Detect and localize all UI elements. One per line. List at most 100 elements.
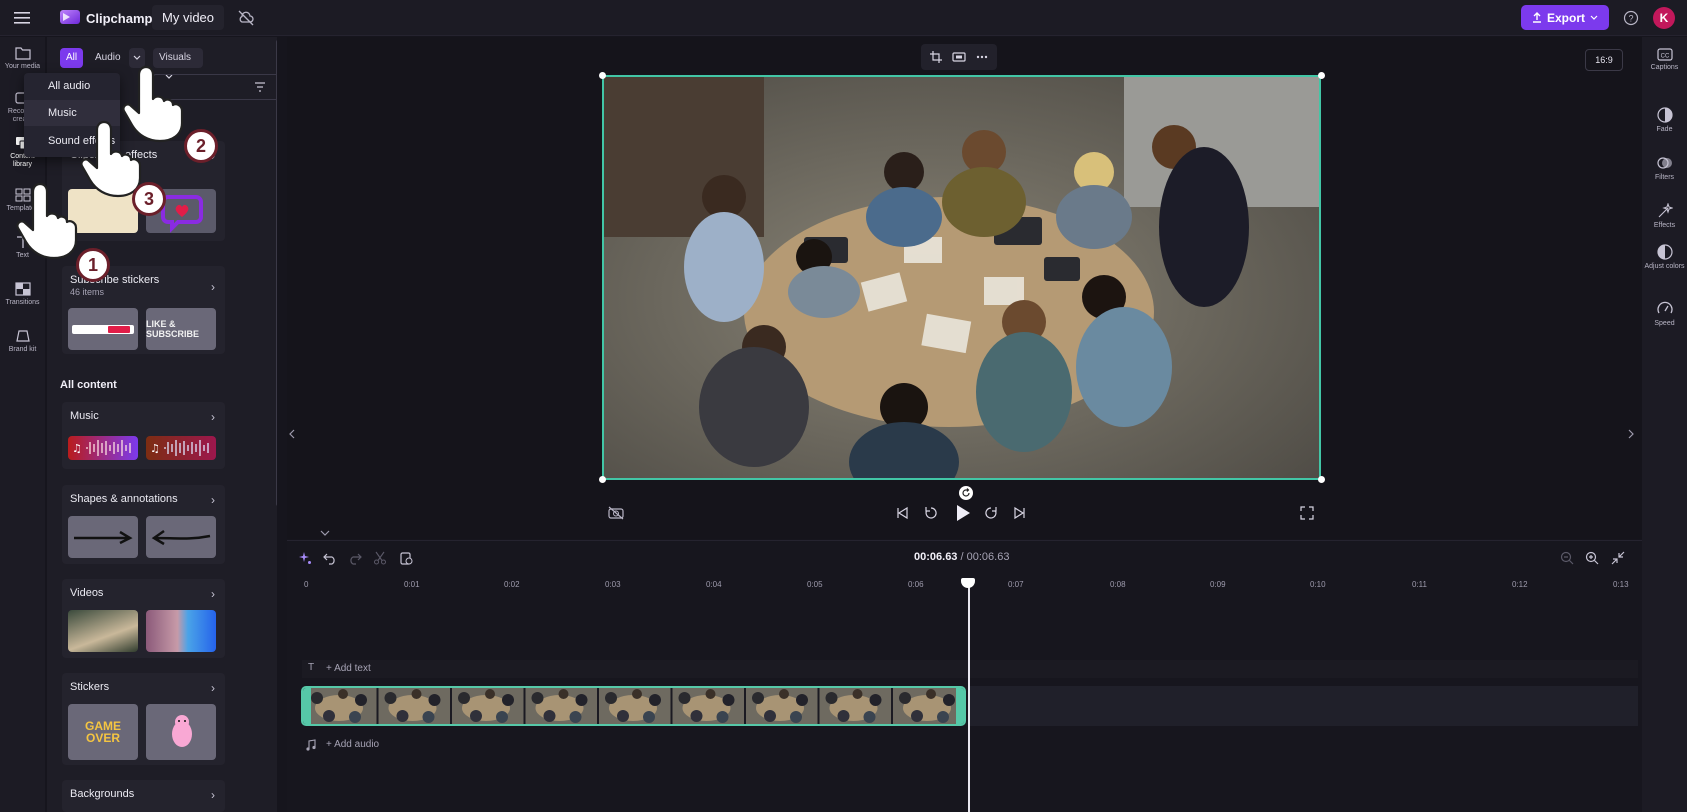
timecode: 00:06.63 / 00:06.63 — [914, 551, 1009, 563]
folder-icon — [14, 47, 31, 60]
filter-sliders-icon[interactable] — [253, 80, 267, 94]
transitions-icon — [14, 282, 31, 296]
skip-back-icon[interactable] — [895, 506, 909, 520]
avatar[interactable]: K — [1653, 7, 1675, 29]
shape-arrow-right-thumb[interactable] — [68, 516, 138, 558]
rewind-5s-icon[interactable] — [924, 506, 938, 520]
sticker-pig-thumb[interactable] — [146, 704, 216, 760]
rail-brand-kit[interactable]: Brand kit — [0, 329, 45, 354]
filter-all[interactable]: All — [60, 48, 84, 68]
delete-icon[interactable] — [399, 551, 413, 565]
card-music[interactable]: Music › ♫ ♫ — [62, 402, 225, 469]
redo-icon[interactable] — [348, 551, 362, 565]
skip-forward-icon[interactable] — [1013, 506, 1027, 520]
clip-trim-handle-left[interactable] — [303, 688, 311, 724]
fit-timeline-icon[interactable] — [1611, 551, 1625, 565]
fade-icon — [1656, 107, 1673, 123]
meeting-photo — [604, 77, 1319, 478]
effects-icon — [1658, 203, 1673, 218]
rail-filters[interactable]: Filters — [1642, 155, 1687, 182]
collapse-right-icon[interactable] — [1626, 424, 1636, 444]
crop-icon[interactable] — [930, 51, 942, 63]
rail-label: Filters — [1654, 174, 1675, 181]
rail-speed[interactable]: Speed — [1642, 301, 1687, 328]
play-icon[interactable] — [955, 504, 971, 522]
card-stickers[interactable]: Stickers › GAME OVER — [62, 673, 225, 765]
card-subtitle: 46 items — [70, 287, 105, 297]
add-text-button[interactable]: + Add text — [326, 663, 371, 674]
ruler-label: 0:05 — [807, 580, 823, 589]
card-shapes-annotations[interactable]: Shapes & annotations › — [62, 485, 225, 564]
split-scissors-icon[interactable] — [373, 551, 387, 565]
ruler-label: 0:10 — [1310, 580, 1326, 589]
clip-trim-handle-right[interactable] — [956, 688, 964, 724]
resize-handle[interactable] — [599, 476, 606, 483]
aspect-ratio-button[interactable]: 16:9 — [1585, 49, 1623, 71]
card-videos[interactable]: Videos › — [62, 579, 225, 658]
video-clip[interactable] — [301, 686, 966, 726]
video-thumb-1[interactable] — [68, 610, 138, 652]
add-audio-button[interactable]: + Add audio — [326, 739, 379, 750]
fit-icon[interactable] — [952, 51, 966, 63]
pointing-hand-icon — [16, 182, 78, 260]
menu-item-all-audio[interactable]: All audio — [24, 73, 120, 99]
step-badge: 2 — [184, 129, 218, 163]
audio-track[interactable]: + Add audio — [302, 736, 1638, 754]
music-thumb-2[interactable]: ♫ — [146, 436, 216, 460]
chevron-right-icon: › — [211, 410, 215, 424]
rail-transitions[interactable]: Transitions — [0, 282, 45, 307]
rail-label: Effects — [1653, 222, 1676, 229]
camera-off-icon[interactable] — [608, 506, 624, 520]
card-backgrounds[interactable]: Backgrounds › — [62, 780, 225, 812]
more-icon[interactable] — [976, 55, 988, 59]
collapse-left-icon[interactable] — [287, 424, 297, 444]
zoom-out-icon[interactable] — [1560, 551, 1574, 565]
video-title[interactable]: My video — [152, 5, 225, 30]
undo-icon[interactable] — [323, 551, 337, 565]
rail-effects[interactable]: Effects — [1642, 203, 1687, 230]
video-preview[interactable] — [602, 75, 1321, 480]
svg-text:♫: ♫ — [150, 442, 160, 455]
playhead[interactable] — [968, 580, 970, 812]
step-badge: 1 — [76, 248, 110, 282]
magic-sparkle-icon[interactable] — [298, 551, 312, 565]
video-thumb-2[interactable] — [146, 610, 216, 652]
rail-your-media[interactable]: Your media — [0, 46, 45, 71]
ruler-label: 0:12 — [1512, 580, 1528, 589]
clipchamp-logo-icon — [60, 8, 80, 26]
forward-5s-icon[interactable] — [984, 506, 998, 520]
ruler-label: 0:07 — [1008, 580, 1024, 589]
panel-scrollbar[interactable] — [276, 40, 277, 506]
resize-handle[interactable] — [1318, 476, 1325, 483]
rail-label: Adjust colors — [1644, 263, 1685, 270]
zoom-in-icon[interactable] — [1585, 551, 1599, 565]
menu-icon[interactable] — [12, 9, 32, 27]
svg-text:?: ? — [1628, 14, 1633, 24]
filter-visuals-label: Visuals — [159, 52, 192, 63]
shape-arrow-left-thumb[interactable] — [146, 516, 216, 558]
fullscreen-icon[interactable] — [1300, 506, 1314, 520]
music-thumb-1[interactable]: ♫ — [68, 436, 138, 460]
text-track[interactable]: T + Add text — [302, 660, 1638, 678]
export-button[interactable]: Export — [1521, 5, 1609, 30]
preview-toolbar — [921, 44, 997, 70]
chevron-right-icon: › — [211, 587, 215, 601]
ruler-label: 0:11 — [1412, 580, 1427, 589]
ruler-label: 0:01 — [404, 580, 420, 589]
chevron-right-icon: › — [211, 280, 215, 294]
rail-adjust-colors[interactable]: Adjust colors — [1642, 244, 1687, 271]
cloud-sync-off-icon[interactable] — [237, 10, 255, 26]
subscribe-thumb-1[interactable] — [68, 308, 138, 350]
rail-captions[interactable]: CC Captions — [1642, 48, 1687, 72]
help-icon[interactable]: ? — [1623, 10, 1639, 26]
resize-handle[interactable] — [1318, 72, 1325, 79]
rail-fade[interactable]: Fade — [1642, 107, 1687, 134]
rail-label: Fade — [1656, 126, 1673, 133]
rotate-handle-icon[interactable] — [959, 486, 973, 500]
chevron-down-icon[interactable] — [318, 528, 332, 538]
step-badge: 3 — [132, 182, 166, 216]
sticker-game-over-thumb[interactable]: GAME OVER — [68, 704, 138, 760]
subscribe-thumb-2[interactable]: LIKE & SUBSCRIBE — [146, 308, 216, 350]
captions-icon: CC — [1656, 48, 1673, 61]
resize-handle[interactable] — [599, 72, 606, 79]
